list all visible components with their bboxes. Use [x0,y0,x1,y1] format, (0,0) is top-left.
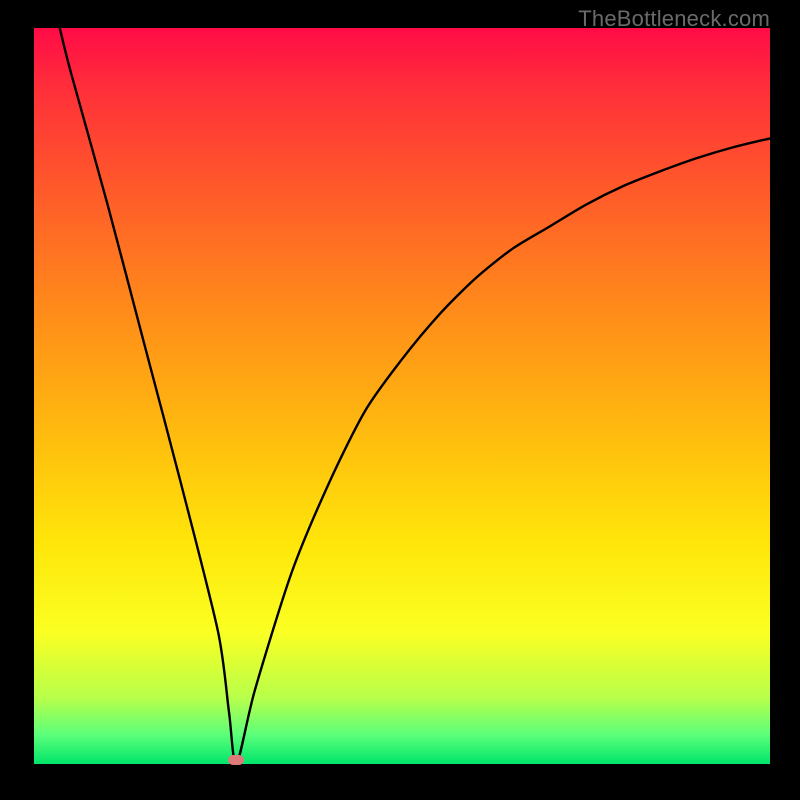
plot-area [34,28,770,764]
curve-svg [34,28,770,764]
optimum-marker [228,755,244,765]
watermark-text: TheBottleneck.com [578,6,770,32]
bottleneck-curve [60,28,770,764]
chart-frame: TheBottleneck.com [0,0,800,800]
